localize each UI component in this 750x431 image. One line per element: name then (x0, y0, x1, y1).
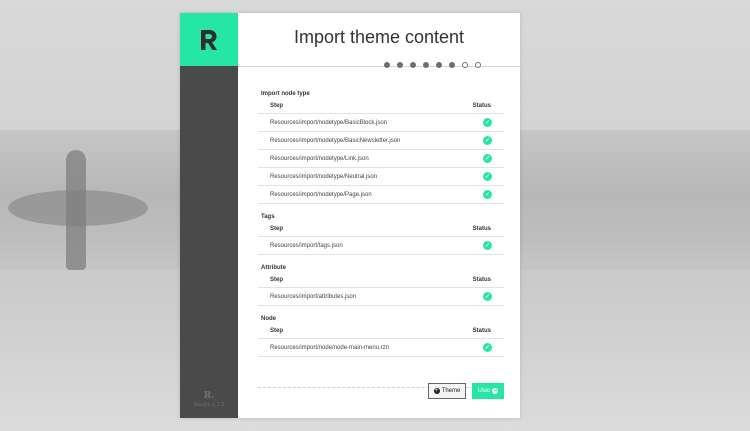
progress-dot (462, 62, 468, 68)
table-header: Step Status (258, 328, 504, 339)
section-title: Tags (261, 214, 275, 220)
table-row: Resources/import/nodetype/Page.json ✓ (258, 186, 504, 204)
user-button-label: User (477, 388, 491, 394)
import-section: Import node type Step Status Resources/impo… (258, 91, 504, 204)
step-path: Resources/import/nodetype/Link.json (270, 155, 369, 162)
table-row: Resources/import/attributes.json ✓ (258, 288, 504, 306)
step-path: Resources/import/attributes.json (270, 293, 357, 300)
check-icon: ✓ (483, 136, 492, 145)
check-icon: ✓ (483, 190, 492, 199)
section-title: Node (261, 316, 276, 322)
table-header: Step Status (258, 277, 504, 288)
check-icon: ✓ (483, 343, 492, 352)
table-header: Step Status (258, 226, 504, 237)
column-header-step: Step (270, 226, 284, 232)
import-log: Import node type Step Status Resources/impo… (258, 91, 504, 367)
check-icon: ✓ (483, 172, 492, 181)
section-title: Import node type (261, 91, 310, 97)
divider (258, 387, 504, 388)
column-header-status: Status (472, 277, 491, 283)
check-icon: ✓ (483, 292, 492, 301)
sidebar: R. Roadiz 1.2.0 (180, 13, 238, 418)
table-row: Resources/import/nodetype/BasicBlock.jso… (258, 114, 504, 132)
import-section: Attribute Step Status Resources/import/attr… (258, 265, 504, 306)
installer-panel: R. Roadiz 1.2.0 Import theme content Imp… (180, 13, 520, 418)
step-path: Resources/import/nodetype/BasicNewslette… (270, 137, 401, 144)
sidebar-mark: R. (203, 391, 215, 401)
theme-button-label: Theme (441, 388, 461, 394)
check-icon: ✓ (483, 154, 492, 163)
logo (180, 13, 238, 66)
progress-dot (410, 62, 416, 68)
progress-dot (436, 62, 442, 68)
background-person (66, 150, 86, 270)
page-title: Import theme content (293, 27, 465, 47)
column-header-status: Status (472, 328, 491, 334)
import-section: Node Step Status Resources/import/node/node… (258, 316, 504, 357)
step-path: Resources/import/nodetype/Page.json (270, 191, 372, 198)
step-path: Resources/import/tags.json (270, 242, 343, 249)
user-button[interactable]: User ➜ (472, 383, 504, 399)
check-icon: ✓ (483, 118, 492, 127)
column-header-status: Status (472, 103, 491, 109)
step-path: Resources/import/nodetype/Neutral.json (270, 173, 378, 180)
roadiz-logo-icon (201, 29, 217, 50)
progress-dot (384, 62, 390, 68)
column-header-status: Status (472, 226, 491, 232)
arrow-circle-right-icon: ➜ (492, 387, 499, 394)
table-row: Resources/import/nodetype/BasicNewslette… (258, 132, 504, 150)
sidebar-footer: R. Roadiz 1.2.0 (180, 391, 238, 408)
theme-button[interactable]: + Theme (428, 383, 466, 399)
table-row: Resources/import/nodetype/Link.json ✓ (258, 150, 504, 168)
step-path: Resources/import/nodetype/BasicBlock.jso… (270, 119, 388, 126)
step-path: Resources/import/node/node-main-menu.rzn (270, 344, 390, 351)
table-row: Resources/import/tags.json ✓ (258, 237, 504, 255)
progress-dot (423, 62, 429, 68)
column-header-step: Step (270, 328, 284, 334)
table-header: Step Status (258, 103, 504, 114)
table-row: Resources/import/nodetype/Neutral.json ✓ (258, 168, 504, 186)
version-label: Roadiz 1.2.0 (193, 402, 225, 408)
progress-dot (397, 62, 403, 68)
section-title: Attribute (261, 265, 286, 271)
import-section: Tags Step Status Resources/import/tags.json… (258, 214, 504, 255)
progress-dot (449, 62, 455, 68)
table-row: Resources/import/node/node-main-menu.rzn… (258, 339, 504, 357)
column-header-step: Step (270, 277, 284, 283)
step-progress (384, 62, 481, 68)
check-icon: ✓ (483, 241, 492, 250)
plus-circle-icon: + (433, 388, 440, 394)
column-header-step: Step (270, 103, 284, 109)
progress-dot (475, 62, 481, 68)
header: Import theme content (238, 13, 520, 68)
